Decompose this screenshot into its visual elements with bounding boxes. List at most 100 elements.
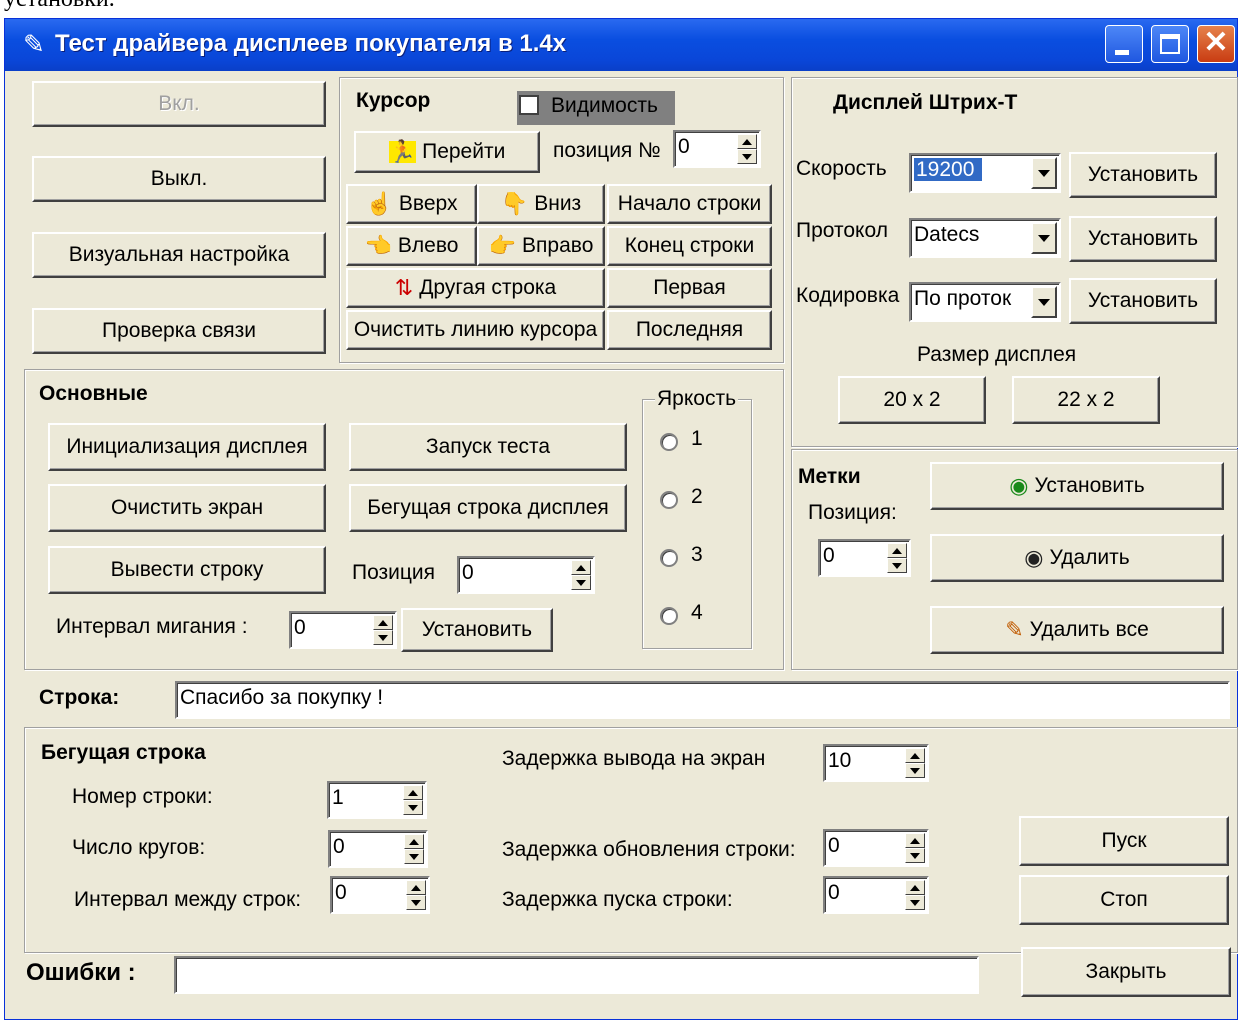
encoding-select[interactable]: По проток [909,282,1061,322]
delay-update-stepper[interactable]: 0 [823,829,929,867]
print-line-button[interactable]: Вывести строку [48,546,326,594]
set-encoding-button[interactable]: Установить [1069,278,1217,324]
maximize-button[interactable] [1151,25,1189,63]
marks-position-stepper[interactable]: 0 [818,539,911,577]
delete-all-marks-button[interactable]: ✎ Удалить все [930,606,1224,654]
delay-start-spin[interactable] [905,880,925,910]
clear-cursor-line-button[interactable]: Очистить линию курсора [346,310,605,350]
row-number-stepper[interactable]: 1 [327,781,427,819]
cursor-position-stepper[interactable]: 0 [673,130,761,168]
row-number-spin[interactable] [403,785,423,815]
cursor-right-button[interactable]: 👉 Вправо [477,226,605,266]
delay-output-value: 10 [828,749,852,772]
display-ticker-button[interactable]: Бегущая строка дисплея [349,484,627,532]
rounds-spin[interactable] [404,834,424,864]
delay-output-stepper[interactable]: 10 [823,744,929,782]
speed-select[interactable]: 19200 [909,153,1061,193]
display-title: Дисплей Штрих-Т [833,91,1018,114]
start-button[interactable]: Пуск [1019,816,1229,866]
minimize-button[interactable] [1105,25,1143,63]
other-line-button[interactable]: ⇅ Другая строка [346,268,605,308]
set-mark-button[interactable]: ◉ Установить [930,462,1224,510]
delete-mark-button[interactable]: ◉ Удалить [930,534,1224,582]
line-value: Спасибо за покупку ! [180,686,384,709]
brightness-radio-3[interactable] [660,549,678,567]
app-icon: ✎ [23,29,45,59]
running-man-icon: 🏃 [388,139,417,164]
stop-button[interactable]: Стоп [1019,875,1229,925]
init-display-button[interactable]: Инициализация дисплея [48,423,326,471]
rounds-stepper[interactable]: 0 [328,830,428,868]
swap-lines-icon: ⇅ [394,275,414,300]
off-button[interactable]: Выкл. [32,156,326,202]
row-interval-stepper[interactable]: 0 [330,876,430,914]
visual-setup-button[interactable]: Визуальная настройка [32,232,326,278]
go-button-label: Перейти [422,140,506,163]
window-title: Тест драйвера дисплеев покупателя в 1.4x [55,30,567,57]
chevron-down-icon[interactable] [1031,286,1057,318]
row-interval-value: 0 [335,881,347,904]
line-start-button[interactable]: Начало строки [607,184,772,224]
row-interval-spin[interactable] [406,880,426,910]
protocol-select[interactable]: Datecs [909,218,1061,258]
brightness-radio-1[interactable] [660,433,678,451]
cursor-position-spin[interactable] [737,134,757,164]
cursor-left-button[interactable]: 👈 Влево [346,226,477,266]
set-speed-button[interactable]: Установить [1069,152,1217,198]
delete-all-marks-label: Удалить все [1029,618,1149,641]
eraser-icon: ✎ [1005,617,1024,642]
brightness-title: Яркость [655,387,739,411]
delay-update-spin[interactable] [905,833,925,863]
visibility-checkbox-area[interactable]: Видимость [517,91,675,125]
title-bar[interactable]: ✎ Тест драйвера дисплеев покупателя в 1.… [5,19,1237,71]
rounds-label: Число кругов: [72,836,206,859]
close-dialog-button[interactable]: Закрыть [1021,947,1231,997]
cursor-up-button[interactable]: ☝ Вверх [346,184,477,224]
set-mark-label: Установить [1034,474,1145,497]
brightness-radio-2[interactable] [660,491,678,509]
marks-position-value: 0 [823,544,835,567]
errors-field [174,956,979,994]
brightness-option-2: 2 [691,485,703,508]
rounds-value: 0 [333,835,345,858]
blink-interval-spin[interactable] [373,615,393,645]
minimize-icon [1115,50,1129,55]
cursor-down-button[interactable]: 👇 Вниз [477,184,605,224]
set-protocol-button[interactable]: Установить [1069,216,1217,262]
chevron-down-icon[interactable] [1031,157,1057,189]
visibility-checkbox[interactable] [519,95,539,115]
size-20x2-button[interactable]: 20 x 2 [838,376,986,424]
close-button[interactable]: ✕ [1197,25,1235,63]
first-button[interactable]: Первая [607,268,772,308]
main-position-spin[interactable] [571,560,591,590]
go-button[interactable]: 🏃 Перейти [354,131,540,173]
app-window: ✎ Тест драйвера дисплеев покупателя в 1.… [4,18,1238,1020]
set-blink-button[interactable]: Установить [401,608,553,652]
blink-interval-stepper[interactable]: 0 [289,611,397,649]
cursor-title: Курсор [356,89,431,112]
last-button[interactable]: Последняя [607,310,772,350]
delay-output-spin[interactable] [905,748,925,778]
clear-screen-button[interactable]: Очистить экран [48,484,326,532]
line-end-button[interactable]: Конец строки [607,226,772,266]
line-input[interactable]: Спасибо за покупку ! [175,681,1230,719]
green-led-icon: ◉ [1009,473,1029,498]
page-top-text: установки. [4,0,115,13]
marks-position-spin[interactable] [887,543,907,573]
main-title: Основные [39,382,148,405]
delay-update-label: Задержка обновления строки: [502,838,796,861]
main-position-stepper[interactable]: 0 [457,556,595,594]
blink-interval-value: 0 [294,616,306,639]
cursor-down-label: Вниз [534,192,582,215]
run-test-button[interactable]: Запуск теста [349,423,627,471]
delay-start-stepper[interactable]: 0 [823,876,929,914]
protocol-value: Datecs [914,223,980,246]
chevron-down-icon[interactable] [1031,222,1057,254]
delay-start-value: 0 [828,881,840,904]
on-button[interactable]: Вкл. [32,81,326,127]
check-connection-button[interactable]: Проверка связи [32,308,326,354]
brightness-radio-4[interactable] [660,607,678,625]
delete-mark-label: Удалить [1049,546,1130,569]
size-22x2-button[interactable]: 22 x 2 [1012,376,1160,424]
hand-left-icon: 👈 [364,233,392,258]
